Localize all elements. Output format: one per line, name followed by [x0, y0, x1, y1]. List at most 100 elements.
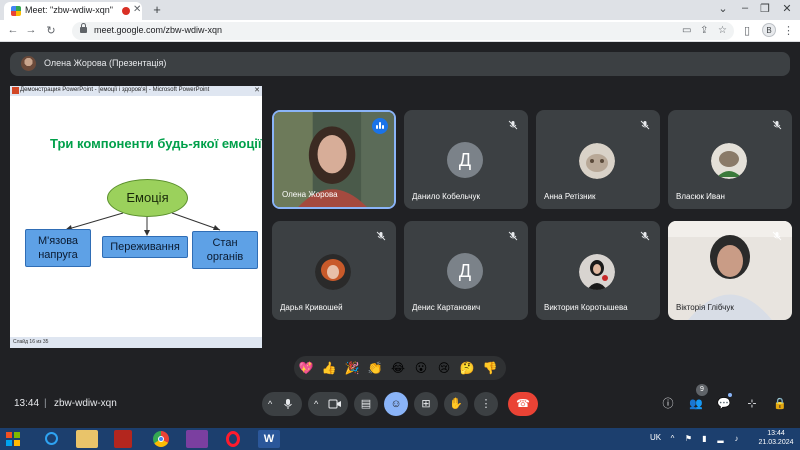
mic-off-icon — [772, 231, 782, 241]
activities-icon[interactable]: ⊹ — [744, 396, 760, 412]
participant-avatar: Д — [447, 253, 483, 289]
participant-tile[interactable]: Дарья Кривошей — [272, 221, 396, 320]
participant-avatar-photo — [711, 143, 747, 179]
opera-icon[interactable] — [222, 430, 244, 448]
mic-off-icon — [772, 120, 782, 130]
back-arrow-icon[interactable]: ← — [6, 24, 20, 36]
muscle-line-2: напруга — [38, 249, 78, 261]
forward-arrow-icon[interactable]: → — [24, 24, 38, 36]
camera-icon[interactable] — [328, 399, 342, 409]
tray-flag-icon[interactable]: ⚑ — [684, 434, 693, 443]
media-player-icon[interactable] — [114, 430, 132, 448]
phone-hangup-icon: ☎ — [516, 398, 530, 410]
chrome-icon[interactable] — [150, 430, 172, 448]
tray-network-icon[interactable]: ▂ — [716, 434, 725, 443]
window-minimize-icon[interactable]: – — [738, 2, 752, 14]
lock-icon[interactable] — [80, 23, 87, 33]
more-options-button[interactable]: ⋮ — [474, 392, 498, 416]
side-panel-icon[interactable]: ▯ — [744, 24, 750, 37]
participant-tile[interactable]: Виктория Коротышева — [536, 221, 660, 320]
presenter-avatar — [21, 56, 36, 71]
microphone-icon[interactable] — [282, 398, 294, 410]
more-vert-icon: ⋮ — [480, 398, 492, 410]
mic-off-icon — [640, 231, 650, 241]
captions-button[interactable]: ▤ — [354, 392, 378, 416]
emoji-reactions-button[interactable]: ☺ — [384, 392, 408, 416]
camera-options-chevron-up-icon[interactable]: ^ — [314, 392, 318, 416]
reaction-thinking[interactable]: 🤔 — [459, 360, 475, 376]
window-restore-icon[interactable]: ❐ — [758, 2, 772, 15]
address-bar[interactable]: meet.google.com/zbw-wdiw-xqn ▭ ⇪ ☆ — [72, 22, 734, 40]
reaction-party[interactable]: 🎉 — [344, 360, 360, 376]
browser-toolbar: ← → ↻ meet.google.com/zbw-wdiw-xqn ▭ ⇪ ☆… — [0, 20, 800, 42]
taskbar-clock-date[interactable]: 21.03.2024 — [756, 439, 796, 446]
emotion-oval: Емоція — [107, 179, 188, 217]
participant-tile[interactable]: Д Данило Кобельчук — [404, 110, 528, 209]
meeting-clock: 13:44 — [14, 398, 40, 409]
file-explorer-icon[interactable] — [76, 430, 98, 448]
bookmark-star-icon[interactable]: ☆ — [718, 25, 727, 36]
mic-options-chevron-up-icon[interactable]: ^ — [268, 392, 272, 416]
mic-off-icon — [640, 120, 650, 130]
mic-off-icon — [508, 120, 518, 130]
reaction-laugh[interactable]: 😂 — [390, 360, 406, 376]
arrowhead-organs — [213, 225, 220, 230]
participant-name: Власюк Иван — [676, 192, 725, 201]
tab-close-icon[interactable]: ✕ — [133, 4, 141, 15]
arrow-to-muscle — [64, 212, 124, 231]
camera-in-use-icon[interactable]: ▭ — [682, 25, 691, 36]
participant-tile[interactable]: Олена Жорова — [272, 110, 396, 209]
windows-taskbar: W UK ^ ⚑ ▮ ▂ ♪ 13:44 21.03.2024 — [0, 428, 800, 450]
reaction-thumbs-down[interactable]: 👎 — [482, 360, 498, 376]
reaction-thumbs-up[interactable]: 👍 — [321, 360, 337, 376]
share-icon[interactable]: ⇪ — [700, 25, 708, 36]
tray-battery-icon[interactable]: ▮ — [700, 434, 709, 443]
participant-tile[interactable]: Власюк Иван — [668, 110, 792, 209]
reaction-sad[interactable]: 😢 — [436, 360, 452, 376]
chat-icon[interactable]: 💬 — [716, 396, 732, 412]
slide-counter: Слайд 16 из 35 — [13, 339, 49, 345]
browser-tab-meet[interactable]: Meet: "zbw-wdiw-xqn" ✕ — [4, 2, 142, 20]
powerpoint-title-bar: Демонстрация PowerPoint - [емоції і здор… — [10, 86, 262, 96]
keyboard-language[interactable]: UK — [650, 433, 661, 442]
host-controls-lock-icon[interactable]: 🔒 — [772, 396, 788, 412]
tray-chevron-up-icon[interactable]: ^ — [668, 434, 677, 443]
taskbar-clock-time[interactable]: 13:44 — [756, 430, 796, 437]
present-screen-button[interactable]: ⊞ — [414, 392, 438, 416]
organs-line-2: органів — [206, 251, 244, 263]
reaction-heart[interactable]: 💖 — [298, 360, 314, 376]
tab-search-chevron-down-icon[interactable]: ⌄ — [716, 2, 730, 15]
powerpoint-status-bar: Слайд 16 из 35 — [10, 337, 262, 348]
participant-tile[interactable]: Д Денис Картанович — [404, 221, 528, 320]
url-text[interactable]: meet.google.com/zbw-wdiw-xqn — [94, 25, 222, 35]
people-icon[interactable]: 👥 — [688, 396, 704, 412]
meeting-code: zbw-wdiw-xqn — [54, 398, 117, 409]
profile-avatar[interactable]: B — [762, 23, 776, 37]
browser-menu-kebab-icon[interactable]: ⋮ — [783, 24, 794, 37]
word-icon[interactable]: W — [258, 430, 280, 448]
participant-name: Вікторія Глібчук — [676, 303, 734, 312]
muscle-tension-box: М'язова напруга — [25, 229, 91, 267]
participant-name: Данило Кобельчук — [412, 192, 480, 201]
internet-explorer-icon[interactable] — [40, 430, 62, 448]
meeting-details-info-icon[interactable]: ⓘ — [660, 396, 676, 412]
new-tab-button[interactable]: + — [150, 3, 164, 17]
participant-name: Дарья Кривошей — [280, 303, 343, 312]
tray-volume-icon[interactable]: ♪ — [732, 434, 741, 443]
participant-tile[interactable]: Вікторія Глібчук — [668, 221, 792, 320]
raise-hand-button[interactable]: ✋ — [444, 392, 468, 416]
shared-screen-presentation[interactable]: Демонстрация PowerPoint - [емоції і здор… — [10, 86, 262, 348]
reload-icon[interactable]: ↻ — [44, 24, 58, 37]
browser-tab-strip: Meet: "zbw-wdiw-xqn" ✕ + ⌄ – ❐ ✕ — [0, 0, 800, 20]
mic-off-icon — [376, 231, 386, 241]
recording-indicator-icon — [122, 7, 130, 15]
windows-start-icon[interactable] — [5, 431, 21, 447]
leave-call-button[interactable]: ☎ — [508, 392, 538, 416]
chat-notification-dot — [728, 393, 732, 397]
reaction-clap[interactable]: 👏 — [367, 360, 383, 376]
viber-icon[interactable] — [186, 430, 208, 448]
reaction-surprised[interactable]: 😮 — [413, 360, 429, 376]
participant-name: Анна Ретізник — [544, 192, 596, 201]
participant-tile[interactable]: Анна Ретізник — [536, 110, 660, 209]
window-close-icon[interactable]: ✕ — [780, 2, 794, 15]
